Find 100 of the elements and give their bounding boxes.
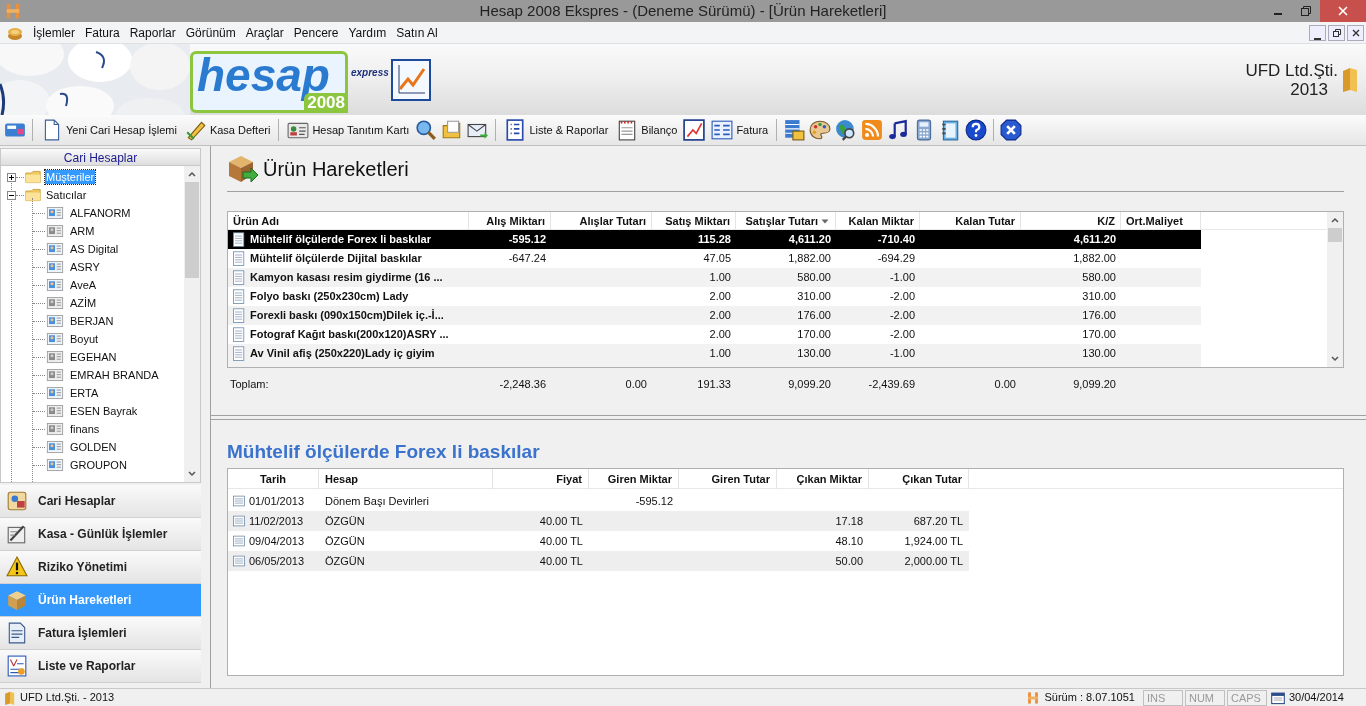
table-cell-text: 115.28: [697, 232, 731, 248]
tree-item[interactable]: ARM: [70, 222, 95, 240]
database-icon[interactable]: [783, 119, 806, 141]
menu-item[interactable]: Araçlar: [240, 22, 289, 43]
nav-button[interactable]: Cari Hesaplar: [0, 485, 201, 518]
table-cell-text: 11/02/2013: [249, 513, 304, 529]
table-cell-text: 2.00: [709, 327, 731, 343]
mdi-minimize-button[interactable]: [1309, 24, 1326, 41]
expand-icon[interactable]: [7, 172, 16, 182]
menu-item[interactable]: Görünüm: [180, 22, 241, 43]
table-cell-text: 17.18: [835, 513, 863, 529]
total-value: 0.00: [994, 376, 1016, 392]
tree-item[interactable]: EMRAH BRANDA: [70, 366, 159, 384]
scrollbar-thumb[interactable]: [185, 182, 199, 278]
help-icon[interactable]: [965, 119, 988, 141]
mdi-restore-button[interactable]: [1328, 24, 1345, 41]
table-cell-text: 4,611.20: [1073, 232, 1116, 248]
tree-item[interactable]: ERTA: [70, 384, 99, 402]
scrollbar[interactable]: [184, 166, 200, 482]
scrollbar-thumb[interactable]: [1328, 228, 1342, 242]
toolbar-button[interactable]: Kasa Defteri: [182, 117, 273, 143]
column-header[interactable]: Çıkan Miktar: [777, 469, 869, 489]
tree-item[interactable]: EGEHAN: [70, 348, 117, 366]
column-header[interactable]: Fiyat: [493, 469, 589, 489]
menu-item[interactable]: Satın Al: [391, 22, 443, 43]
table-cell-text: 2.00: [709, 289, 731, 305]
table-row[interactable]: Forexli baskı (090x150cm)Dilek iç.-İ... 2.00 176.00 -2.00 176.00: [228, 306, 1201, 325]
nav-button[interactable]: Liste ve Raporlar: [0, 650, 201, 683]
column-header[interactable]: Hesap: [319, 469, 493, 489]
scrollbar[interactable]: [1327, 212, 1343, 367]
key-indicator: INS: [1142, 689, 1183, 706]
chart-icon[interactable]: [683, 119, 706, 141]
table-cell-text: -595.12: [508, 232, 546, 248]
toolbar-button[interactable]: Liste & Raporlar: [502, 117, 611, 143]
document-icon: [232, 514, 246, 528]
table-cell-text: 1,882.00: [788, 251, 831, 267]
total-value: 0.00: [625, 376, 647, 392]
palette-icon[interactable]: [809, 119, 832, 141]
column-header[interactable]: Çıkan Tutar: [869, 469, 969, 489]
menu-item[interactable]: Yardım: [343, 22, 392, 43]
mdi-close-button[interactable]: [1347, 24, 1364, 41]
logo-caption: express: [351, 66, 389, 80]
nav-button[interactable]: Riziko Yönetimi: [0, 551, 201, 584]
menu-item[interactable]: İşlemler: [28, 22, 80, 43]
box-arrow-icon: [227, 153, 259, 184]
toolbar-button[interactable]: Bilanço: [614, 117, 680, 143]
table-cell-text: 310.00: [797, 289, 831, 305]
table-cell-text: 130.00: [797, 346, 831, 362]
table-cell-text: 47.05: [703, 251, 731, 267]
table-cell-text: ÖZGÜN: [325, 553, 365, 569]
toolbar-button[interactable]: Hesap Tanıtım Kartı: [285, 117, 412, 143]
nav-button[interactable]: Fatura İşlemleri: [0, 617, 201, 650]
table-cell-text: 40.00 TL: [539, 513, 583, 529]
total-value: 9,099.20: [1073, 376, 1116, 392]
tree-item[interactable]: GROUPON: [70, 456, 127, 474]
company-name: UFD Ltd.Şti.: [1245, 60, 1338, 80]
table-cell-text: 1.00: [709, 346, 731, 362]
table-cell-text: 40.00 TL: [539, 553, 583, 569]
toolbar-button[interactable]: Yeni Cari Hesap İşlemi: [39, 117, 179, 143]
table-row[interactable]: Kamyon kasası resim giydirme (16 ... 1.00 580.00 -1.00 580.00: [228, 268, 1201, 287]
document-icon: [231, 345, 247, 362]
tree-item[interactable]: GOLDEN: [70, 438, 117, 456]
table-row[interactable]: Av Vinil afiş (250x220)Lady iç giyim 1.00 130.00 -1.00 130.00: [228, 344, 1201, 363]
close-icon: [1338, 6, 1348, 16]
column-header[interactable]: Tarih: [228, 469, 319, 489]
status-text: UFD Ltd.Şti. - 2013: [20, 690, 115, 706]
table-row[interactable]: Mühtelif ölçülerde Forex li baskılar -595.12 115.28 4,611.20 -710.40 4,611.20: [228, 230, 1201, 249]
section-title: Mühtelif ölçülerde Forex li baskılar: [227, 440, 541, 464]
table-cell-text: -694.29: [877, 251, 915, 267]
tree-item[interactable]: finans: [70, 420, 100, 438]
table-cell-text: -1.00: [889, 346, 915, 362]
document-icon: [231, 326, 247, 343]
menu-item[interactable]: Pencere: [288, 22, 344, 43]
tree-item[interactable]: ALFANORM: [70, 204, 131, 222]
table-cell-text: -595.12: [635, 493, 673, 509]
table-cell-text: 1,882.00: [1073, 251, 1116, 267]
table-cell-text: Kamyon kasası resim giydirme (16 ...: [250, 270, 443, 286]
search-icon[interactable]: [415, 119, 438, 141]
column-header[interactable]: Giren Miktar: [589, 469, 679, 489]
tree-item[interactable]: AS Digital: [70, 240, 119, 258]
collapse-icon[interactable]: [7, 190, 16, 200]
tree-item[interactable]: AveA: [70, 276, 97, 294]
close-icon[interactable]: [1000, 119, 1023, 141]
menu-item[interactable]: Fatura: [80, 22, 125, 43]
tree-item[interactable]: BERJAN: [70, 312, 114, 330]
document-icon: [6, 622, 28, 644]
nav-button[interactable]: Kasa - Günlük İşlemler: [0, 518, 201, 551]
column-header[interactable]: Giren Tutar: [679, 469, 777, 489]
tree-item[interactable]: AZİM: [70, 294, 97, 312]
music-note-icon[interactable]: [887, 119, 910, 141]
tree-item[interactable]: ESEN Bayrak: [70, 402, 138, 420]
table-cell-text: 1,924.00 TL: [904, 533, 963, 549]
toolbar-button[interactable]: Fatura: [709, 117, 771, 143]
tree-item[interactable]: ASRY: [70, 258, 100, 276]
tree-item[interactable]: Boyut: [70, 330, 99, 348]
document-icon: [231, 307, 247, 324]
menu-item[interactable]: Raporlar: [124, 22, 181, 43]
table-cell-text: 176.00: [1082, 308, 1116, 324]
tree-item[interactable]: Satıcılar: [45, 188, 88, 202]
table-cell-text: 06/05/2013: [249, 553, 305, 569]
